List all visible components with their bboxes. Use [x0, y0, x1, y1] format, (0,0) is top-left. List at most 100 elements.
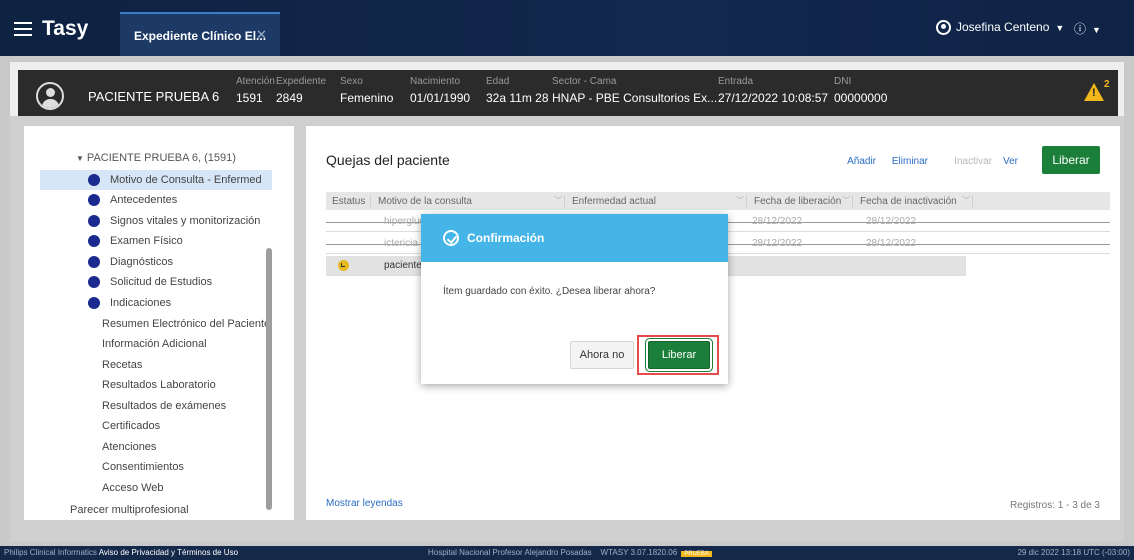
footer-center: Hospital Nacional Profesor Alejandro Pos…: [428, 548, 712, 557]
sidebar-item-indicaciones[interactable]: Indicaciones: [40, 293, 272, 313]
confirm-release-button[interactable]: Liberar: [648, 341, 710, 369]
triangle-down-icon: ▼: [76, 154, 84, 163]
sidebar-item-label: Antecedentes: [110, 194, 178, 206]
not-now-button[interactable]: Ahora no: [570, 341, 634, 369]
bullet-icon: [88, 215, 100, 227]
col-reason[interactable]: Motivo de la consulta: [378, 196, 472, 207]
col-release-date[interactable]: Fecha de liberación: [754, 196, 841, 207]
field-value: Femenino: [340, 91, 394, 105]
delete-link[interactable]: Eliminar: [892, 156, 928, 167]
sidebar-item-examen-fisico[interactable]: Examen Físico: [40, 231, 272, 251]
footer-hospital: Hospital Nacional Profesor Alejandro Pos…: [428, 548, 592, 557]
user-menu[interactable]: Josefina Centeno ▼: [936, 20, 1065, 36]
field-nacimiento: Nacimiento 01/01/1990: [410, 76, 470, 105]
info-menu[interactable]: ⓘ ▼: [1074, 20, 1101, 37]
tab-label: Expediente Clínico El...: [134, 29, 267, 43]
tree-root[interactable]: ▼ PACIENTE PRUEBA 6, (1591): [76, 152, 236, 164]
sidebar-item-label: Signos vitales y monitorización: [110, 215, 261, 227]
toolbar: Añadir Eliminar Inactivar Ver Liberar: [780, 146, 1100, 174]
col-inactivation-date[interactable]: Fecha de inactivación: [860, 196, 957, 207]
page-title: Quejas del paciente: [326, 152, 450, 168]
field-edad: Edad 32a 11m 28: [486, 76, 549, 105]
sidebar-item-solicitud-estudios[interactable]: Solicitud de Estudios: [40, 272, 272, 292]
field-value: 2849: [276, 91, 303, 105]
chevron-down-icon[interactable]: ﹀: [736, 195, 744, 206]
user-name: Josefina Centeno: [956, 20, 1050, 34]
footer-left: Philips Clinical Informatics Aviso de Pr…: [4, 548, 238, 557]
sidebar-item-diagnosticos[interactable]: Diagnósticos: [40, 252, 272, 272]
sidebar-item-label: Motivo de Consulta - Enfermed: [110, 174, 262, 186]
col-illness[interactable]: Enfermedad actual: [572, 196, 656, 207]
release-button[interactable]: Liberar: [1042, 146, 1100, 174]
sidebar-item-label: Resultados de exámenes: [102, 400, 227, 412]
footer-bar: Philips Clinical Informatics Aviso de Pr…: [0, 546, 1134, 560]
bullet-icon: [88, 235, 100, 247]
sidebar-item-label: Recetas: [102, 359, 143, 371]
patient-header: PACIENTE PRUEBA 6 Atención 1591 Expedient…: [18, 70, 1118, 120]
sidebar-item-label: Certificados: [102, 420, 161, 432]
check-circle-icon: [443, 230, 459, 246]
add-link[interactable]: Añadir: [847, 156, 876, 167]
cell-reason: paciente: [384, 260, 422, 271]
confirmation-dialog: Confirmación Ítem guardado con éxito. ¿D…: [421, 214, 728, 384]
sidebar-item-label: Atenciones: [102, 441, 157, 453]
table-header: Estatus Motivo de la consulta ﹀ Enfermed…: [326, 192, 1110, 210]
sidebar-item-label: Examen Físico: [110, 235, 183, 247]
sidebar-item-resumen[interactable]: Resumen Electrónico del Paciente: [40, 314, 272, 334]
field-sector-cama: Sector - Cama HNAP - PBE Consultorios Ex.…: [552, 76, 717, 105]
sidebar-item-parecer[interactable]: Parecer multiprofesional: [70, 504, 189, 516]
environment-badge: PRUEBA: [681, 551, 712, 557]
patient-name: PACIENTE PRUEBA 6: [88, 89, 220, 104]
field-label: Nacimiento: [410, 76, 461, 87]
chevron-down-icon[interactable]: ﹀: [842, 195, 850, 206]
show-legend-link[interactable]: Mostrar leyendas: [326, 498, 403, 509]
sidebar-item-acceso-web[interactable]: Acceso Web: [40, 478, 272, 498]
footer-version: WTASY 3.07.1820.06: [600, 548, 678, 557]
sidebar-item-label: Diagnósticos: [110, 256, 173, 268]
sidebar-item-label: Resumen Electrónico del Paciente: [102, 318, 271, 330]
sidebar-item-motivo-consulta[interactable]: Motivo de Consulta - Enfermed: [40, 170, 272, 190]
sidebar-item-resultados-lab[interactable]: Resultados Laboratorio: [40, 375, 272, 395]
chevron-down-icon: ▼: [1092, 25, 1101, 35]
warning-icon[interactable]: [1084, 83, 1104, 101]
sidebar-item-atenciones[interactable]: Atenciones: [40, 437, 272, 457]
inactivate-link: Inactivar: [954, 156, 992, 167]
field-label: Edad: [486, 76, 510, 87]
sidebar-item-resultados-examenes[interactable]: Resultados de exámenes: [40, 396, 272, 416]
cell-inactivation-date: 28/12/2022: [866, 216, 917, 227]
close-icon[interactable]: ✕: [256, 27, 267, 43]
field-value: 32a 11m 28: [486, 91, 549, 105]
sidebar-item-recetas[interactable]: Recetas: [40, 355, 272, 375]
dialog-header: Confirmación: [421, 214, 728, 262]
sidebar-scrollbar[interactable]: [266, 248, 272, 510]
cell-release-date: 28/12/2022: [752, 238, 803, 249]
sidebar-item-antecedentes[interactable]: Antecedentes: [40, 190, 272, 210]
menu-icon[interactable]: [14, 22, 32, 36]
bullet-icon: [88, 276, 100, 288]
sidebar-item-signos-vitales[interactable]: Signos vitales y monitorización: [40, 211, 272, 231]
sidebar-item-label: Consentimientos: [102, 461, 184, 473]
sidebar-item-info-adicional[interactable]: Información Adicional: [40, 334, 272, 354]
col-status[interactable]: Estatus: [332, 196, 365, 207]
field-expediente: Expediente 2849: [276, 76, 326, 105]
sidebar-item-certificados[interactable]: Certificados: [40, 416, 272, 436]
sidebar-item-label: Indicaciones: [110, 297, 172, 309]
info-icon: ⓘ: [1074, 22, 1087, 36]
sidebar-nav: ▼ PACIENTE PRUEBA 6, (1591) Motivo de Con…: [24, 126, 294, 520]
privacy-link[interactable]: Aviso de Privacidad y Términos de Uso: [99, 548, 238, 557]
chevron-down-icon[interactable]: ﹀: [962, 195, 970, 206]
field-label: Sector - Cama: [552, 76, 617, 87]
records-count: Registros: 1 - 3 de 3: [1009, 500, 1100, 511]
view-link[interactable]: Ver: [1003, 156, 1018, 167]
sidebar-item-consentimientos[interactable]: Consentimientos: [40, 457, 272, 477]
patient-avatar-icon: [36, 82, 64, 110]
tab-expediente-clinico[interactable]: Expediente Clínico El... ✕: [120, 12, 280, 56]
chevron-down-icon[interactable]: ﹀: [554, 195, 562, 206]
cell-release-date: 28/12/2022: [752, 216, 803, 227]
field-value: 1591: [236, 91, 263, 105]
bullet-icon: [88, 256, 100, 268]
field-dni: DNI 00000000: [834, 76, 887, 105]
sidebar-item-label: Acceso Web: [102, 482, 164, 494]
footer-datetime: 29 dic 2022 13:18 UTC (-03:00): [1017, 548, 1130, 557]
chevron-down-icon: ▼: [1055, 23, 1065, 33]
